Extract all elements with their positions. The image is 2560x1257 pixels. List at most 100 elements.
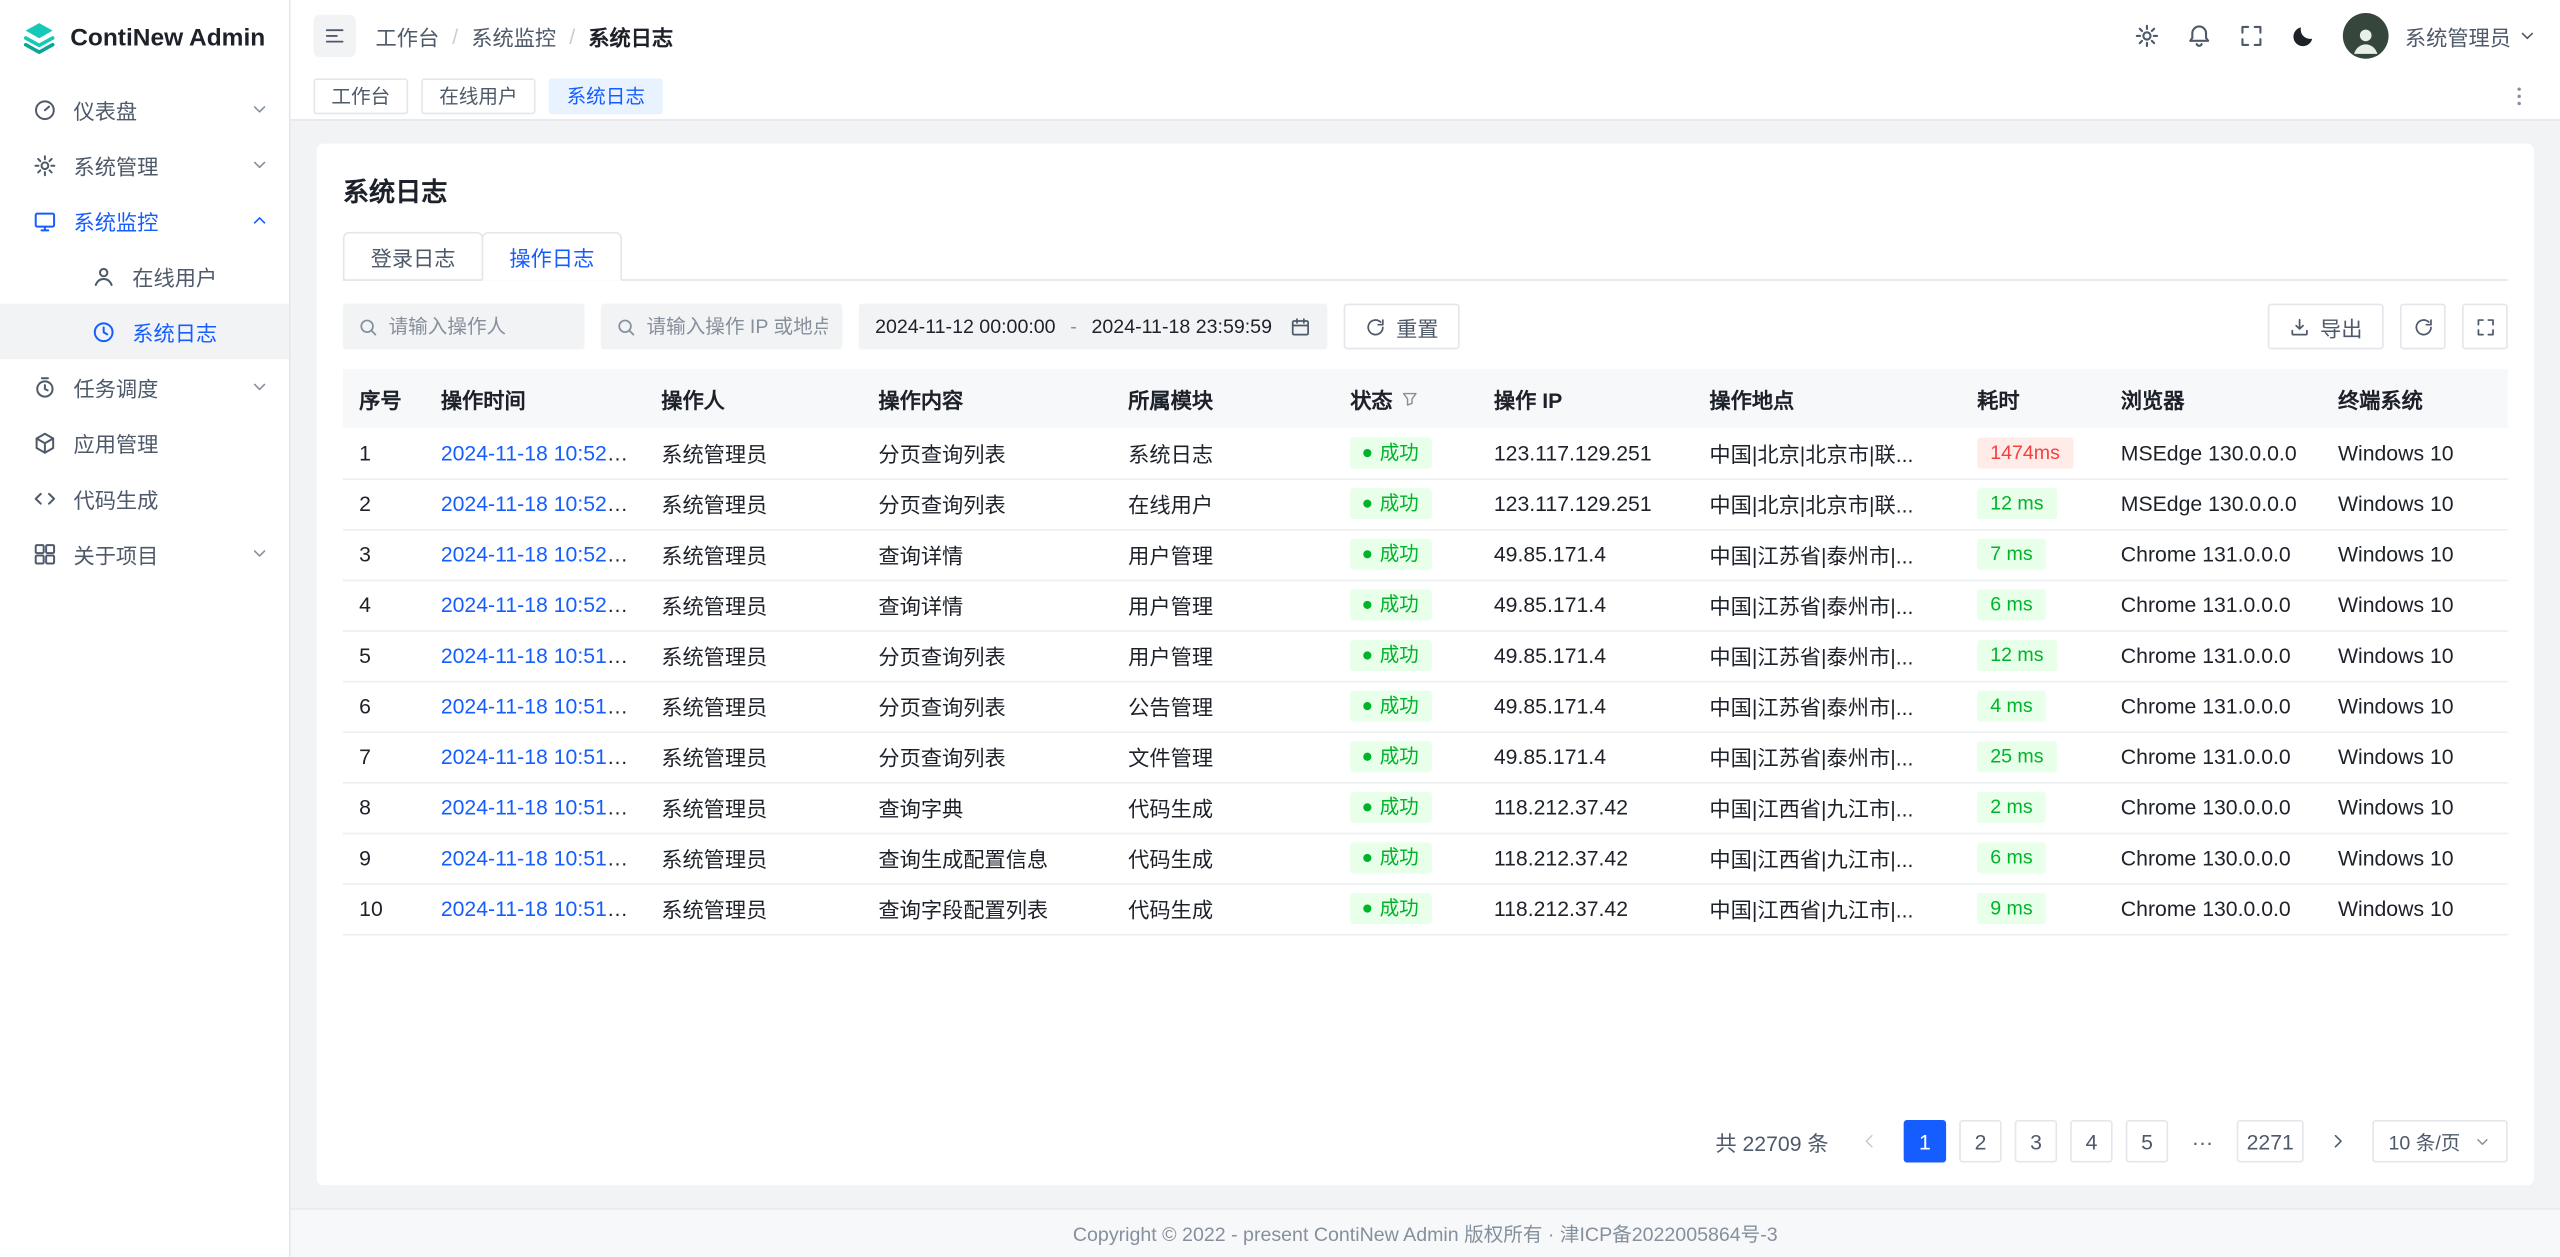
page-number-button[interactable]: 5 (2126, 1120, 2168, 1162)
cell-operator: 系统管理员 (645, 478, 862, 529)
user-name[interactable]: 系统管理员 (2405, 20, 2511, 51)
log-time-link[interactable]: 2024-11-18 10:51:49 (441, 896, 637, 920)
page-number-button[interactable]: 4 (2070, 1120, 2112, 1162)
breadcrumb-item[interactable]: 工作台 (376, 20, 440, 51)
log-time-link[interactable]: 2024-11-18 10:51:50 (441, 795, 637, 819)
sidebar-collapse-button[interactable] (313, 15, 355, 57)
tab-login-log[interactable]: 登录日志 (343, 232, 483, 281)
table-row: 2 2024-11-18 10:52:47 系统管理员 分页查询列表 在线用户 … (343, 478, 2508, 529)
opened-tab-workbench[interactable]: 工作台 (313, 78, 408, 114)
reset-button-label: 重置 (1396, 311, 1438, 342)
ip-search-input[interactable] (647, 315, 828, 338)
cell-index: 10 (343, 883, 425, 934)
log-time-link[interactable]: 2024-11-18 10:51:49 (441, 846, 637, 870)
status-badge: 成功 (1350, 640, 1432, 671)
cell-content: 查询生成配置信息 (862, 833, 1112, 884)
tabs-more-button[interactable] (2501, 78, 2537, 114)
cell-location: 中国|北京|北京市|联... (1693, 428, 1961, 479)
status-text: 成功 (1380, 591, 1419, 619)
operator-search-input[interactable] (389, 315, 570, 338)
page-number-button[interactable]: 3 (2015, 1120, 2057, 1162)
cell-ip: 49.85.171.4 (1478, 529, 1694, 580)
status-text: 成功 (1380, 844, 1419, 872)
cell-status: 成功 (1334, 529, 1478, 580)
page-number-button[interactable]: ··· (2181, 1120, 2223, 1162)
sidebar-menu: 仪表盘 系统管理 系统监控 在线用户 系统日志 (0, 75, 289, 581)
sidebar-item-dashboard[interactable]: 仪表盘 (0, 82, 289, 138)
date-range-picker[interactable]: 2024-11-12 00:00:00 - 2024-11-18 23:59:5… (859, 304, 1328, 350)
log-time-link[interactable]: 2024-11-18 10:51:52 (441, 744, 637, 768)
status-badge: 成功 (1350, 792, 1432, 823)
cell-duration: 1474ms (1961, 428, 2105, 479)
log-time-link[interactable]: 2024-11-18 10:52:55 (441, 440, 637, 464)
sidebar-item-task-schedule[interactable]: 任务调度 (0, 359, 289, 415)
sidebar-item-app-management[interactable]: 应用管理 (0, 415, 289, 471)
sidebar-item-system-log[interactable]: 系统日志 (0, 304, 289, 360)
sidebar-item-label: 仪表盘 (73, 94, 233, 125)
sidebar-item-system-management[interactable]: 系统管理 (0, 137, 289, 193)
log-time-link[interactable]: 2024-11-18 10:51:55 (441, 643, 637, 667)
duration-badge: 12 ms (1977, 640, 2056, 671)
cell-location: 中国|北京|北京市|联... (1693, 478, 1961, 529)
cell-location: 中国|江西省|九江市|... (1693, 833, 1961, 884)
table-row: 8 2024-11-18 10:51:50 系统管理员 查询字典 代码生成 成功 (343, 782, 2508, 833)
date-range-end[interactable]: 2024-11-18 23:59:59 (1092, 315, 1272, 338)
table-fullscreen-button[interactable] (2462, 304, 2508, 350)
logo-icon (21, 20, 57, 56)
status-dot (1363, 702, 1371, 710)
app-root: ContiNew Admin 仪表盘 系统管理 系统监控 在线用户 (0, 0, 2560, 1257)
log-time-link[interactable]: 2024-11-18 10:51:53 (441, 694, 637, 718)
date-range-start[interactable]: 2024-11-12 00:00:00 (875, 315, 1055, 338)
sidebar-item-online-users[interactable]: 在线用户 (0, 248, 289, 304)
cell-module: 在线用户 (1112, 478, 1334, 529)
refresh-icon (1365, 316, 1386, 337)
main-region: 工作台 / 系统监控 / 系统日志 (291, 0, 2560, 1257)
sidebar-item-about-project[interactable]: 关于项目 (0, 526, 289, 582)
notifications-button[interactable] (2176, 13, 2222, 59)
cell-location: 中国|江苏省|泰州市|... (1693, 731, 1961, 782)
header: 工作台 / 系统监控 / 系统日志 (291, 0, 2560, 72)
table-row: 3 2024-11-18 10:52:12 系统管理员 查询详情 用户管理 成功 (343, 529, 2508, 580)
sidebar-item-system-monitor[interactable]: 系统监控 (0, 193, 289, 249)
cell-status: 成功 (1334, 630, 1478, 681)
breadcrumb-item[interactable]: 系统监控 (471, 20, 556, 51)
cell-ip: 118.212.37.42 (1478, 782, 1694, 833)
log-time-link[interactable]: 2024-11-18 10:52:12 (441, 542, 637, 566)
reset-button[interactable]: 重置 (1344, 304, 1460, 350)
bell-icon (2186, 23, 2212, 49)
opened-tab-label: 工作台 (331, 82, 390, 110)
status-text: 成功 (1380, 743, 1419, 771)
fullscreen-button[interactable] (2229, 13, 2275, 59)
settings-button[interactable] (2124, 13, 2170, 59)
page-size-select[interactable]: 10 条/页 (2372, 1120, 2508, 1162)
cube-icon (33, 430, 57, 454)
page-number-button[interactable]: 2 (1959, 1120, 2001, 1162)
page-number-button[interactable]: 1 (1904, 1120, 1946, 1162)
filter-icon[interactable] (1401, 389, 1419, 407)
cell-os: Windows 10 (2322, 731, 2508, 782)
chevron-down-icon[interactable] (2518, 26, 2538, 46)
next-page-button[interactable] (2317, 1120, 2359, 1162)
breadcrumb-separator: / (452, 24, 458, 48)
prev-page-button[interactable] (1848, 1120, 1890, 1162)
chevron-left-icon (1860, 1131, 1880, 1151)
col-header-index: 序号 (343, 369, 425, 428)
log-time-link[interactable]: 2024-11-18 10:52:47 (441, 491, 637, 515)
tab-operation-log[interactable]: 操作日志 (482, 232, 622, 281)
status-badge: 成功 (1350, 437, 1432, 468)
cell-content: 查询详情 (862, 529, 1112, 580)
app-logo[interactable]: ContiNew Admin (0, 0, 289, 75)
export-button[interactable]: 导出 (2268, 304, 2384, 350)
page-number-button[interactable]: 2271 (2237, 1120, 2304, 1162)
opened-tab-system-log[interactable]: 系统日志 (549, 78, 663, 114)
avatar[interactable] (2343, 13, 2389, 59)
log-time-link[interactable]: 2024-11-18 10:52:05 (441, 593, 637, 617)
opened-tab-online-users[interactable]: 在线用户 (421, 78, 535, 114)
cell-location: 中国|江西省|九江市|... (1693, 883, 1961, 934)
sidebar-item-code-generation[interactable]: 代码生成 (0, 470, 289, 526)
cell-duration: 4 ms (1961, 681, 2105, 732)
col-header-browser: 浏览器 (2104, 369, 2321, 428)
table-refresh-button[interactable] (2400, 304, 2446, 350)
theme-toggle-button[interactable] (2281, 13, 2327, 59)
page-size-value: 10 条/页 (2389, 1127, 2461, 1155)
